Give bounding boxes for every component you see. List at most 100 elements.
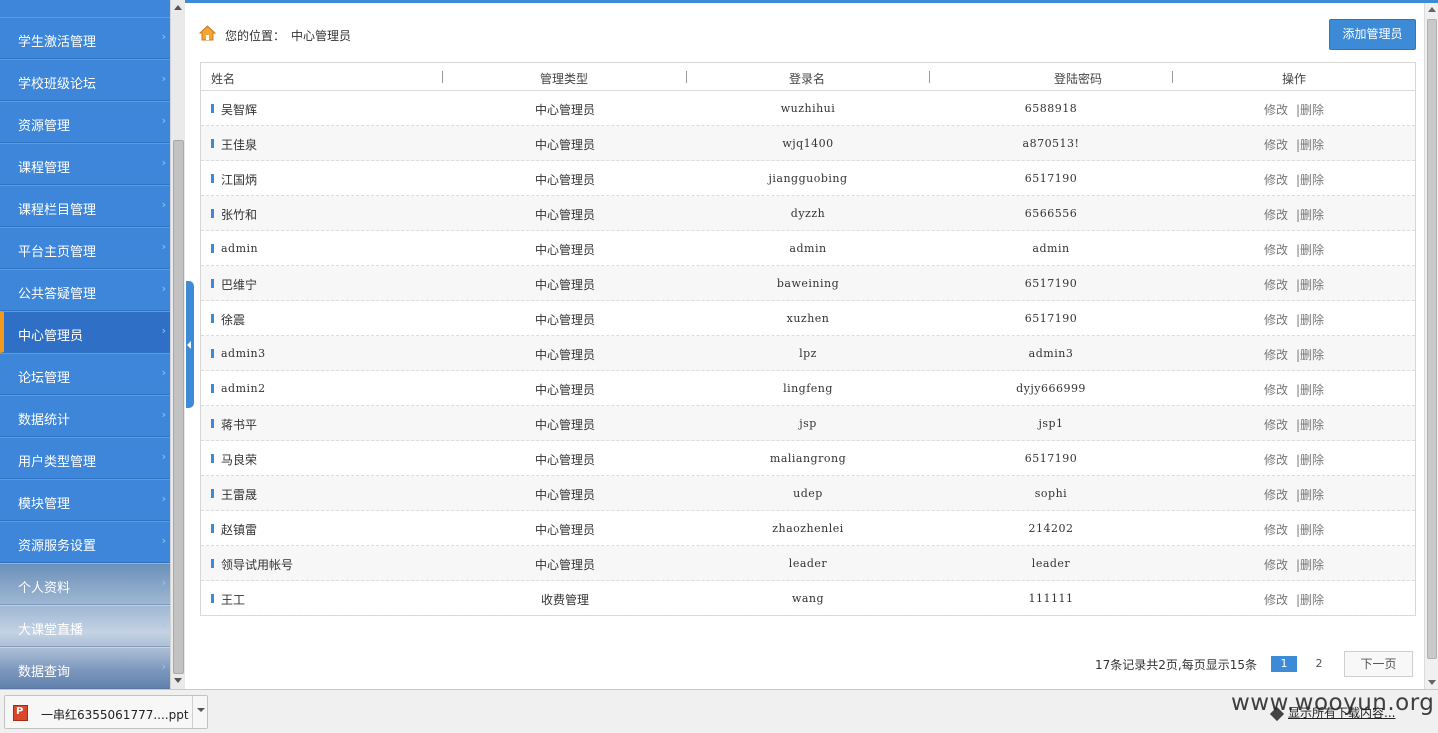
add-admin-button[interactable]: 添加管理员 bbox=[1329, 19, 1416, 50]
cell-password: admin bbox=[1032, 242, 1070, 255]
scrollbar-thumb[interactable] bbox=[173, 140, 184, 674]
sidebar-item[interactable]: 数据统计 › bbox=[0, 395, 170, 437]
cell-name: admin bbox=[221, 242, 259, 255]
delete-link[interactable]: |删除 bbox=[1296, 101, 1324, 118]
sidebar-item[interactable]: 数据查询 › bbox=[0, 647, 170, 689]
sidebar-item[interactable]: 模块管理 › bbox=[0, 479, 170, 521]
sidebar-item-label: 论坛管理 bbox=[18, 371, 71, 386]
page-1-link[interactable]: 1 bbox=[1271, 656, 1297, 672]
sidebar-item[interactable]: 大课堂直播 › bbox=[0, 605, 170, 647]
cell-login: wuzhihui bbox=[780, 102, 836, 115]
edit-link[interactable]: 修改 bbox=[1264, 451, 1288, 468]
delete-link[interactable]: |删除 bbox=[1296, 346, 1324, 363]
delete-link[interactable]: |删除 bbox=[1296, 486, 1324, 503]
sidebar-item[interactable]: 个人资料 › bbox=[0, 563, 170, 605]
chevron-right-icon: › bbox=[161, 366, 166, 379]
sidebar-item[interactable]: 课程栏目管理 › bbox=[0, 185, 170, 227]
row-marker bbox=[211, 279, 214, 288]
delete-link[interactable]: |删除 bbox=[1296, 416, 1324, 433]
sidebar-item[interactable]: 资源管理 › bbox=[0, 101, 170, 143]
ppt-file-icon: P bbox=[13, 705, 28, 721]
cell-type: 中心管理员 bbox=[534, 278, 596, 292]
header-password: 登陆密码 bbox=[1054, 72, 1103, 86]
cell-type: 收费管理 bbox=[540, 593, 590, 607]
row-marker bbox=[211, 314, 214, 323]
sidebar-item[interactable]: 用户类型管理 › bbox=[0, 437, 170, 479]
scroll-up-arrow-icon[interactable] bbox=[1428, 7, 1436, 12]
table-row: 王雷晟 中心管理员 udep sophi 修改 |删除 bbox=[201, 476, 1415, 511]
edit-link[interactable]: 修改 bbox=[1264, 381, 1288, 398]
scroll-down-arrow-icon[interactable] bbox=[1428, 680, 1436, 685]
delete-link[interactable]: |删除 bbox=[1296, 171, 1324, 188]
edit-link[interactable]: 修改 bbox=[1264, 556, 1288, 573]
edit-link[interactable]: 修改 bbox=[1264, 521, 1288, 538]
download-icon bbox=[1269, 706, 1285, 721]
sidebar-collapse-handle[interactable] bbox=[186, 281, 194, 408]
row-marker bbox=[211, 174, 214, 183]
edit-link[interactable]: 修改 bbox=[1264, 171, 1288, 188]
cell-type: 中心管理员 bbox=[534, 103, 596, 117]
sidebar-scrollbar[interactable] bbox=[170, 0, 185, 689]
scrollbar-thumb[interactable] bbox=[1427, 19, 1437, 659]
edit-link[interactable]: 修改 bbox=[1264, 136, 1288, 153]
edit-link[interactable]: 修改 bbox=[1264, 276, 1288, 293]
delete-link[interactable]: |删除 bbox=[1296, 381, 1324, 398]
delete-link[interactable]: |删除 bbox=[1296, 451, 1324, 468]
cell-name: 马良荣 bbox=[221, 453, 258, 467]
scroll-down-arrow-icon[interactable] bbox=[174, 678, 182, 683]
delete-link[interactable]: |删除 bbox=[1296, 556, 1324, 573]
row-marker bbox=[211, 349, 214, 358]
sidebar-item-label: 数据统计 bbox=[18, 413, 71, 428]
delete-link[interactable]: |删除 bbox=[1296, 521, 1324, 538]
edit-link[interactable]: 修改 bbox=[1264, 206, 1288, 223]
cell-name: 王佳泉 bbox=[221, 138, 258, 152]
cell-type: 中心管理员 bbox=[534, 208, 596, 222]
row-marker bbox=[211, 454, 214, 463]
edit-link[interactable]: 修改 bbox=[1264, 486, 1288, 503]
sidebar-item[interactable]: 学生激活管理 › bbox=[0, 17, 170, 59]
download-options-button[interactable] bbox=[192, 696, 208, 728]
table-row: 蒋书平 中心管理员 jsp jsp1 修改 |删除 bbox=[201, 406, 1415, 441]
chevron-right-icon: › bbox=[161, 30, 166, 43]
cell-login: admin bbox=[789, 242, 827, 255]
main-scrollbar[interactable] bbox=[1424, 3, 1438, 689]
table-row: 赵镇雷 中心管理员 zhaozhenlei 214202 修改 |删除 bbox=[201, 511, 1415, 546]
sidebar-item[interactable]: 公共答疑管理 › bbox=[0, 269, 170, 311]
table-row: admin2 中心管理员 lingfeng dyjy666999 修改 |删除 bbox=[201, 371, 1415, 406]
row-marker bbox=[211, 209, 214, 218]
delete-link[interactable]: |删除 bbox=[1296, 136, 1324, 153]
show-all-downloads-link[interactable]: 显示所有下载内容... bbox=[1269, 704, 1395, 721]
cell-login: lpz bbox=[799, 347, 817, 360]
scroll-up-arrow-icon[interactable] bbox=[174, 5, 182, 10]
sidebar-item[interactable]: 课程管理 › bbox=[0, 143, 170, 185]
header-separator bbox=[442, 71, 443, 83]
edit-link[interactable]: 修改 bbox=[1264, 591, 1288, 608]
delete-link[interactable]: |删除 bbox=[1296, 241, 1324, 258]
edit-link[interactable]: 修改 bbox=[1264, 101, 1288, 118]
header-type: 管理类型 bbox=[540, 72, 589, 86]
edit-link[interactable]: 修改 bbox=[1264, 311, 1288, 328]
delete-link[interactable]: |删除 bbox=[1296, 206, 1324, 223]
delete-link[interactable]: |删除 bbox=[1296, 591, 1324, 608]
cell-type: 中心管理员 bbox=[534, 488, 596, 502]
edit-link[interactable]: 修改 bbox=[1264, 416, 1288, 433]
sidebar-item[interactable]: 平台主页管理 › bbox=[0, 227, 170, 269]
sidebar-item[interactable]: 论坛管理 › bbox=[0, 353, 170, 395]
delete-link[interactable]: |删除 bbox=[1296, 311, 1324, 328]
sidebar-item[interactable]: 资源服务设置 › bbox=[0, 521, 170, 563]
chevron-right-icon: › bbox=[161, 156, 166, 169]
sidebar-item-label: 学生激活管理 bbox=[18, 35, 97, 50]
row-marker bbox=[211, 594, 214, 603]
page-2-link[interactable]: 2 bbox=[1306, 656, 1332, 672]
edit-link[interactable]: 修改 bbox=[1264, 241, 1288, 258]
cell-login: wjq1400 bbox=[782, 137, 834, 150]
next-page-button[interactable]: 下一页 bbox=[1344, 651, 1413, 677]
sidebar-item[interactable]: 中心管理员 › bbox=[0, 311, 170, 353]
delete-link[interactable]: |删除 bbox=[1296, 276, 1324, 293]
sidebar-item-label: 课程栏目管理 bbox=[18, 203, 97, 218]
edit-link[interactable]: 修改 bbox=[1264, 346, 1288, 363]
download-item[interactable]: P 一串红6355061777....ppt bbox=[4, 695, 208, 729]
sidebar-item-label: 中心管理员 bbox=[18, 329, 84, 344]
sidebar-item[interactable]: 学校班级论坛 › bbox=[0, 59, 170, 101]
chevron-right-icon: › bbox=[161, 198, 166, 211]
